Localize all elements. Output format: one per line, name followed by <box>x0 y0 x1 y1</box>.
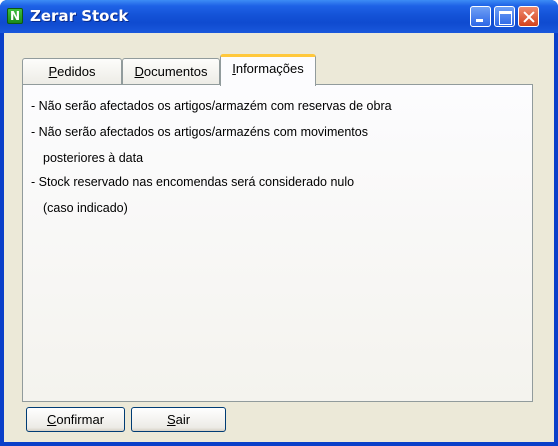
exit-button-mnemonic: S <box>166 412 176 427</box>
tab-documentos-mnemonic: D <box>134 64 144 79</box>
info-line: - Stock reservado nas encomendas será co… <box>31 175 355 189</box>
tab-pedidos-label: edidos <box>57 64 96 79</box>
exit-button[interactable]: Sair <box>131 407 226 432</box>
confirm-button[interactable]: Confirmar <box>26 407 125 432</box>
tab-documentos-label: ocumentos <box>143 64 208 79</box>
tab-pedidos[interactable]: Pedidos <box>22 58 122 85</box>
confirm-button-mnemonic: C <box>46 412 57 427</box>
info-line: - Não serão afectados os artigos/armazén… <box>31 125 368 139</box>
tab-strip: Pedidos Documentos Informações <box>22 54 522 86</box>
info-line: posteriores à data <box>43 151 144 165</box>
tab-documentos[interactable]: Documentos <box>122 58 220 85</box>
info-line: - Não serão afectados os artigos/armazém… <box>31 99 392 113</box>
tab-informacoes-label: nformações <box>235 61 304 76</box>
title-bar[interactable]: N Zerar Stock <box>0 0 558 33</box>
close-button[interactable] <box>518 6 539 27</box>
app-icon[interactable]: N <box>7 8 23 24</box>
tab-informacoes[interactable]: Informações <box>220 54 316 86</box>
info-line: (caso indicado) <box>43 201 128 215</box>
informacoes-panel: - Não serão afectados os artigos/armazém… <box>22 84 533 402</box>
dialog-client-area: Pedidos Documentos Informações - Não ser… <box>4 33 554 442</box>
maximize-button[interactable] <box>494 6 515 27</box>
exit-button-label: air <box>175 412 191 427</box>
minimize-button[interactable] <box>470 6 491 27</box>
dialog-window: N Zerar Stock Pedidos Documentos Informa… <box>0 0 558 446</box>
window-title: Zerar Stock <box>30 7 129 25</box>
tab-pedidos-mnemonic: P <box>48 64 58 79</box>
confirm-button-label: onfirmar <box>56 412 105 427</box>
